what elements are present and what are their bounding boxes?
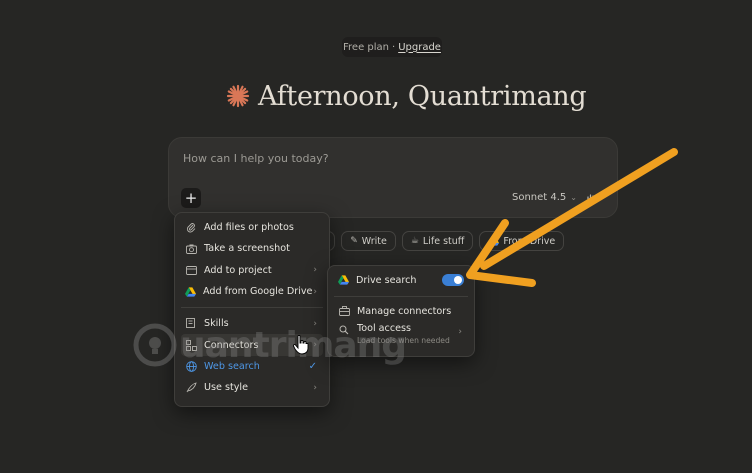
- camera-icon: [185, 243, 197, 255]
- chip-from-drive-label: From Drive: [503, 235, 556, 247]
- google-drive-icon: [185, 286, 196, 297]
- menu-item-label: Skills: [204, 318, 229, 330]
- hand-cursor-icon: [293, 335, 309, 355]
- drive-search-toggle[interactable]: [442, 274, 464, 286]
- connectors-submenu: Drive search Manage connectors Tool acce…: [327, 265, 475, 357]
- model-selector[interactable]: Sonnet 4.5 ⌄: [512, 192, 597, 203]
- menu-item-add-files[interactable]: Add files or photos: [181, 217, 323, 238]
- add-content-menu: Add files or photos Take a screenshot Ad…: [174, 212, 330, 407]
- menu-item-add-to-project[interactable]: Add to project ›: [181, 260, 323, 281]
- upgrade-link[interactable]: Upgrade: [398, 42, 441, 53]
- chip-write-label: Write: [361, 235, 387, 247]
- watermark-logo-icon: [133, 323, 177, 367]
- chip-write[interactable]: ✎ Write: [341, 231, 396, 251]
- menu-item-label: Web search: [204, 360, 260, 372]
- voice-icon[interactable]: [587, 193, 597, 203]
- tool-access-item[interactable]: Tool access Load tools when needed ›: [334, 323, 468, 345]
- chevron-right-icon: ›: [313, 265, 317, 276]
- greeting: Afternoon, Quantrimang: [226, 78, 587, 114]
- model-label: Sonnet 4.5: [512, 192, 567, 203]
- menu-item-label: Use style: [204, 382, 248, 394]
- paperclip-icon: [185, 222, 197, 234]
- tool-access-label: Tool access: [357, 323, 412, 334]
- chip-life-stuff-label: Life stuff: [422, 235, 465, 247]
- google-drive-icon: [488, 236, 500, 246]
- manage-connectors-label: Manage connectors: [357, 305, 452, 317]
- menu-item-web-search[interactable]: Web search ✓: [181, 356, 323, 377]
- submenu-divider: [334, 296, 468, 297]
- menu-item-label: Add files or photos: [204, 222, 294, 234]
- connectors-icon: [185, 339, 197, 351]
- coffee-icon: ☕: [410, 236, 419, 246]
- chevron-right-icon: ›: [313, 340, 317, 351]
- google-drive-icon: [338, 275, 349, 285]
- quill-icon: [185, 382, 197, 394]
- plan-badge: Free plan · Upgrade: [342, 37, 442, 57]
- add-content-button[interactable]: +: [181, 188, 201, 208]
- composer: How can I help you today? + Sonnet 4.5 ⌄: [168, 137, 618, 218]
- menu-item-label: Add to project: [204, 264, 272, 276]
- menu-divider: [181, 307, 323, 309]
- chevron-right-icon: ›: [313, 382, 317, 393]
- skills-icon: [185, 318, 197, 330]
- folder-icon: [185, 264, 197, 276]
- globe-icon: [185, 360, 197, 372]
- menu-item-screenshot[interactable]: Take a screenshot: [181, 238, 323, 259]
- chip-from-drive[interactable]: From Drive: [479, 231, 565, 251]
- check-icon: ✓: [308, 360, 317, 372]
- menu-item-google-drive[interactable]: Add from Google Drive ›: [181, 281, 323, 302]
- menu-item-label: Add from Google Drive: [203, 286, 313, 298]
- tool-access-sublabel: Load tools when needed: [357, 336, 450, 345]
- chip-life-stuff[interactable]: ☕ Life stuff: [401, 231, 474, 251]
- manage-connectors-item[interactable]: Manage connectors: [334, 303, 468, 319]
- menu-item-label: Take a screenshot: [204, 243, 290, 255]
- prompt-input[interactable]: How can I help you today?: [183, 152, 329, 165]
- plan-label: Free plan: [343, 41, 390, 53]
- pen-icon: ✎: [350, 236, 358, 246]
- claude-starburst-icon: [226, 84, 250, 108]
- chevron-right-icon: ›: [313, 286, 317, 297]
- menu-item-label: Connectors: [204, 339, 259, 351]
- search-icon: [338, 324, 350, 336]
- menu-item-use-style[interactable]: Use style ›: [181, 377, 323, 398]
- drive-search-label: Drive search: [356, 274, 417, 286]
- plan-separator: ·: [392, 41, 396, 53]
- suggestion-chips: ⌯ ✎ Write ☕ Life stuff From Drive: [318, 231, 565, 251]
- greeting-title: Afternoon, Quantrimang: [258, 80, 587, 112]
- menu-item-skills[interactable]: Skills ›: [181, 313, 323, 334]
- chevron-right-icon: ›: [458, 327, 462, 337]
- drive-search-row[interactable]: Drive search: [334, 271, 468, 289]
- briefcase-icon: [338, 305, 350, 317]
- chevron-down-icon: ⌄: [570, 193, 577, 202]
- chevron-right-icon: ›: [313, 318, 317, 329]
